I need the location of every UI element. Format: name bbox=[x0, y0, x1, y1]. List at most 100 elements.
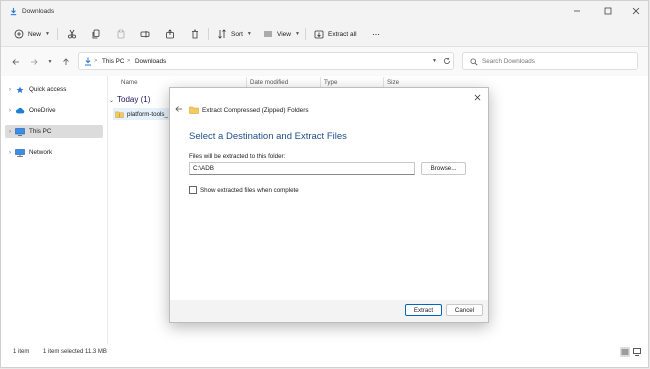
divider bbox=[208, 28, 209, 40]
rename-button[interactable] bbox=[140, 27, 150, 41]
chevron-right-icon[interactable]: › bbox=[5, 150, 15, 156]
dialog-back-button[interactable] bbox=[175, 105, 183, 115]
show-files-label: Show extracted files when complete bbox=[200, 186, 299, 194]
new-button[interactable]: New ▼ bbox=[14, 27, 50, 41]
share-button[interactable] bbox=[165, 27, 175, 41]
minimize-button[interactable] bbox=[563, 3, 591, 19]
tiles-view-button[interactable] bbox=[632, 347, 642, 357]
breadcrumb-separator-icon: > bbox=[94, 58, 98, 64]
divider bbox=[305, 28, 306, 40]
chevron-right-icon[interactable]: › bbox=[5, 129, 15, 135]
group-label: Today (1) bbox=[117, 95, 151, 104]
extract-button[interactable]: Extract bbox=[405, 304, 442, 316]
extract-icon bbox=[314, 30, 324, 39]
zip-folder-icon bbox=[115, 111, 124, 118]
search-placeholder: Search Downloads bbox=[482, 58, 535, 65]
forward-button[interactable] bbox=[28, 56, 40, 68]
chevron-right-icon[interactable]: › bbox=[5, 87, 15, 93]
show-files-checkbox[interactable] bbox=[189, 186, 197, 194]
sidebar-item-network[interactable]: › Network bbox=[5, 146, 103, 159]
share-icon bbox=[166, 29, 174, 39]
downloads-icon bbox=[10, 7, 17, 16]
chevron-down-icon: ▼ bbox=[45, 31, 50, 37]
breadcrumb-this-pc[interactable]: This PC bbox=[102, 58, 124, 65]
view-label: View bbox=[277, 30, 291, 38]
network-icon bbox=[15, 148, 25, 157]
dialog-heading: Select a Destination and Extract Files bbox=[189, 131, 347, 142]
copy-button[interactable] bbox=[91, 27, 101, 41]
extract-all-label: Extract all bbox=[328, 30, 357, 38]
cloud-icon bbox=[15, 107, 25, 115]
destination-path-input[interactable] bbox=[189, 162, 415, 175]
new-label: New bbox=[28, 30, 42, 38]
details-view-button[interactable] bbox=[620, 347, 630, 357]
sort-icon bbox=[218, 29, 226, 39]
more-options-button[interactable]: ··· bbox=[372, 27, 380, 41]
arrow-left-icon bbox=[12, 59, 19, 65]
show-files-checkbox-row[interactable]: Show extracted files when complete bbox=[189, 186, 299, 194]
chevron-right-icon[interactable]: › bbox=[5, 108, 15, 114]
minimize-icon bbox=[574, 10, 580, 12]
destination-label: Files will be extracted to this folder: bbox=[189, 153, 286, 160]
sort-button[interactable]: Sort ▼ bbox=[217, 27, 252, 41]
column-header-name[interactable]: Name bbox=[121, 79, 138, 86]
navigation-bar: ▼ > This PC > Downloads ▼ Search Downloa… bbox=[1, 47, 648, 76]
column-header-date-modified[interactable]: Date modified bbox=[250, 79, 288, 86]
view-icon bbox=[264, 31, 272, 37]
plus-circle-icon bbox=[14, 29, 24, 39]
close-icon bbox=[632, 7, 640, 15]
dialog-close-button[interactable] bbox=[472, 92, 482, 102]
sidebar-item-this-pc[interactable]: › This PC bbox=[5, 125, 103, 138]
cut-button[interactable] bbox=[67, 27, 77, 41]
paste-button[interactable] bbox=[116, 27, 126, 41]
search-box[interactable]: Search Downloads bbox=[462, 52, 638, 70]
maximize-icon bbox=[604, 7, 612, 15]
maximize-button[interactable] bbox=[594, 3, 622, 19]
sidebar-item-onedrive[interactable]: › OneDrive bbox=[5, 104, 103, 117]
chevron-down-icon: ▼ bbox=[294, 31, 300, 37]
chevron-down-icon: ⌄ bbox=[109, 98, 115, 104]
browse-button[interactable]: Browse... bbox=[421, 162, 466, 175]
window-title: Downloads bbox=[22, 8, 55, 15]
title-bar: Downloads bbox=[1, 1, 648, 22]
command-bar: New ▼ Sort ▼ View ▼ Extract all ··· bbox=[1, 22, 648, 47]
scissors-icon bbox=[68, 29, 76, 39]
item-count: 1 item bbox=[13, 349, 30, 355]
close-window-button[interactable] bbox=[622, 3, 650, 19]
recent-locations-button[interactable]: ▼ bbox=[44, 56, 56, 68]
up-button[interactable] bbox=[60, 56, 72, 68]
sidebar-item-quick-access[interactable]: › Quick access bbox=[5, 83, 103, 96]
zip-folder-icon bbox=[189, 106, 199, 114]
sidebar-item-label: This PC bbox=[29, 128, 52, 135]
column-header-type[interactable]: Type bbox=[324, 79, 337, 86]
file-explorer-window: Downloads New ▼ Sort ▼ View ▼ Extract al… bbox=[0, 0, 649, 368]
dialog-footer: Extract Cancel bbox=[170, 300, 488, 322]
status-bar: 1 item 1 item selected 11.3 MB bbox=[1, 345, 648, 367]
extract-dialog: Extract Compressed (Zipped) Folders Sele… bbox=[169, 87, 489, 323]
chevron-down-icon: ▼ bbox=[47, 59, 53, 65]
cancel-button[interactable]: Cancel bbox=[446, 304, 483, 316]
group-header-today[interactable]: ⌄ Today (1) bbox=[109, 95, 150, 104]
delete-button[interactable] bbox=[190, 27, 200, 41]
extract-all-button[interactable]: Extract all bbox=[314, 27, 357, 41]
selection-info: 1 item selected 11.3 MB bbox=[43, 349, 107, 355]
column-header-size[interactable]: Size bbox=[387, 79, 399, 86]
close-icon bbox=[474, 94, 480, 100]
computer-icon bbox=[15, 127, 25, 136]
address-bar[interactable]: > This PC > Downloads ▼ bbox=[78, 52, 454, 70]
chevron-down-icon: ▼ bbox=[432, 58, 437, 64]
copy-icon bbox=[92, 29, 100, 39]
breadcrumb-downloads[interactable]: Downloads bbox=[135, 58, 166, 65]
back-button[interactable] bbox=[10, 56, 22, 68]
refresh-icon[interactable] bbox=[443, 57, 451, 65]
sidebar-item-label: Network bbox=[29, 149, 53, 156]
file-row[interactable]: platform-tools_ bbox=[113, 108, 173, 120]
divider bbox=[57, 28, 58, 40]
arrow-right-icon bbox=[31, 59, 38, 65]
tiles-view-icon bbox=[633, 348, 641, 356]
view-button[interactable]: View ▼ bbox=[263, 27, 300, 41]
chevron-down-icon: ▼ bbox=[246, 31, 252, 37]
more-icon: ··· bbox=[372, 29, 380, 39]
arrow-left-icon bbox=[175, 106, 182, 112]
sidebar-item-label: OneDrive bbox=[29, 107, 56, 114]
